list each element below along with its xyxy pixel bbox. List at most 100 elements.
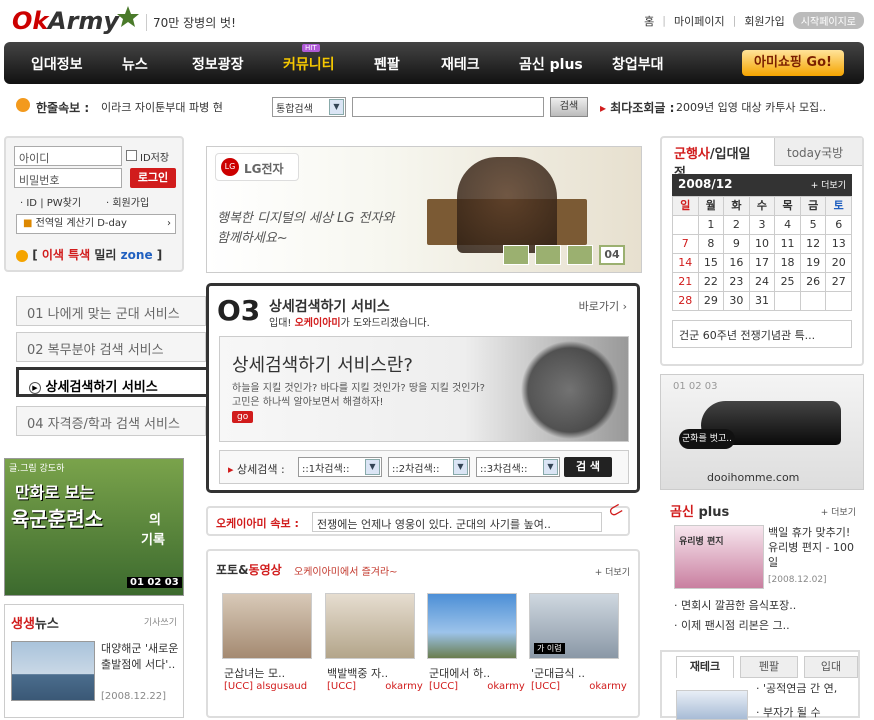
calendar-day[interactable]: 25 bbox=[775, 273, 800, 291]
calendar-day[interactable]: 16 bbox=[724, 254, 749, 272]
calendar-day[interactable]: 4 bbox=[775, 216, 800, 234]
go-button[interactable]: go bbox=[232, 411, 254, 423]
photo-thumb-1[interactable] bbox=[222, 593, 312, 659]
login-button[interactable]: 로그인 bbox=[130, 168, 176, 188]
calendar-day[interactable]: 5 bbox=[800, 216, 826, 234]
second-search-select[interactable]: ::2차검색:: ▼ bbox=[388, 457, 470, 477]
search-scope-select[interactable]: 통합검색 ▼ bbox=[272, 97, 346, 117]
finance-item-1[interactable]: · '공적연금 간 연, bbox=[756, 680, 837, 696]
mili-zone-link[interactable]: [ 이색 특색 밀리 zone ] bbox=[16, 246, 162, 263]
calendar-day[interactable]: 15 bbox=[698, 254, 724, 272]
banner-page-3[interactable] bbox=[567, 245, 593, 265]
join-link[interactable]: 회원가입 bbox=[744, 13, 784, 29]
gomsin-thumb[interactable]: 유리병 편지 bbox=[674, 525, 764, 589]
tab-schedule[interactable]: 군행사/입대일정 bbox=[662, 138, 766, 181]
photo-title-2[interactable]: 백발백중 자.. bbox=[327, 665, 388, 681]
tab-penpal[interactable]: 펜팔 bbox=[740, 656, 798, 678]
calendar-day[interactable]: 17 bbox=[749, 254, 775, 272]
calendar-day[interactable]: 7 bbox=[673, 235, 698, 253]
calendar-day[interactable]: 2 bbox=[724, 216, 749, 234]
left-menu-item-3[interactable]: ▶ 상세검색하기 서비스 bbox=[16, 367, 220, 397]
nav-item-info[interactable]: 정보광장 bbox=[192, 54, 244, 74]
calendar-day[interactable]: 8 bbox=[698, 235, 724, 253]
calendar-day[interactable]: 22 bbox=[698, 273, 724, 291]
photo-thumb-2[interactable] bbox=[325, 593, 415, 659]
banner-page-1[interactable] bbox=[503, 245, 529, 265]
tab-enlist[interactable]: 입대 bbox=[804, 656, 858, 678]
calendar-day[interactable]: 6 bbox=[826, 216, 851, 234]
okflash-text[interactable]: 전쟁에는 언제나 영웅이 있다. 군대의 사기를 높여.. bbox=[312, 512, 602, 532]
calendar-day[interactable]: 20 bbox=[826, 254, 851, 272]
flash-text[interactable]: 이라크 자이툰부대 파병 현 bbox=[101, 99, 223, 115]
photo-thumb-3[interactable] bbox=[427, 593, 517, 659]
gomsin-item-1[interactable]: · 면회시 깔끔한 음식포장.. bbox=[674, 597, 796, 613]
left-menu-item-1[interactable]: 01 나에게 맞는 군대 서비스 bbox=[16, 296, 206, 326]
detail-search-button[interactable]: 검 색 bbox=[564, 457, 612, 477]
gomsin-item-2[interactable]: · 이제 팬시점 리본은 그.. bbox=[674, 617, 790, 633]
comic-banner[interactable]: 글.그림 강도하 만화로 보는 육군훈련소 의 기록 01 02 03 bbox=[4, 458, 184, 596]
tab-today-defense[interactable]: today국방 bbox=[774, 138, 862, 166]
nav-item-penpal[interactable]: 펜팔 bbox=[374, 54, 400, 74]
hot-text[interactable]: 2009년 입영 대상 카투사 모집.. bbox=[676, 99, 826, 115]
calendar-day[interactable]: 13 bbox=[826, 235, 851, 253]
calendar-day[interactable]: 10 bbox=[749, 235, 775, 253]
finance-thumb[interactable] bbox=[676, 690, 748, 720]
calendar-day[interactable]: 27 bbox=[826, 273, 851, 291]
calendar-day[interactable]: 26 bbox=[800, 273, 826, 291]
shortcut-link[interactable]: 바로가기 › bbox=[579, 298, 627, 314]
nav-item-news[interactable]: 뉴스 bbox=[122, 54, 148, 74]
find-id-pw-link[interactable]: · ID | PW찾기 bbox=[20, 194, 81, 209]
photo-title-3[interactable]: 군대에서 하.. bbox=[429, 665, 490, 681]
password-field[interactable]: 비밀번호 bbox=[14, 168, 122, 188]
home-link[interactable]: 홈 bbox=[644, 13, 654, 29]
nav-item-startup[interactable]: 창업부대 bbox=[612, 54, 664, 74]
calendar-day[interactable]: 18 bbox=[775, 254, 800, 272]
gomsin-more-link[interactable]: + 더보기 bbox=[821, 505, 856, 518]
ship-photo[interactable] bbox=[11, 641, 95, 701]
photo-title-1[interactable]: 군삽녀는 모.. bbox=[224, 665, 285, 681]
join-link-small[interactable]: · 회원가입 bbox=[106, 194, 149, 209]
calendar-day[interactable]: 9 bbox=[724, 235, 749, 253]
calendar-day[interactable]: 23 bbox=[724, 273, 749, 291]
shoe-banner-pager[interactable]: 01 02 03 bbox=[673, 381, 718, 392]
banner-page-2[interactable] bbox=[535, 245, 561, 265]
photo-title-4[interactable]: '군대급식 .. bbox=[531, 665, 585, 681]
start-page-button[interactable]: 시작페이지로 bbox=[792, 12, 864, 29]
calendar-day[interactable]: 1 bbox=[698, 216, 724, 234]
save-id-checkbox[interactable] bbox=[126, 150, 137, 161]
calendar-more-link[interactable]: + 더보기 bbox=[811, 178, 846, 191]
army-shop-button[interactable]: 아미쇼핑 Go! bbox=[742, 50, 844, 76]
calendar-day[interactable]: 29 bbox=[698, 292, 724, 310]
calendar-day[interactable]: 3 bbox=[749, 216, 775, 234]
gomsin-headline[interactable]: 백일 휴가 맞추기! 유리병 편지 - 100일 bbox=[768, 525, 856, 570]
calendar-day[interactable]: 14 bbox=[673, 254, 698, 272]
lg-banner[interactable]: LG LG전자 행복한 디지털의 세상 LG 전자와 함께하세요~ 04 bbox=[206, 146, 642, 273]
photo-thumb-4[interactable]: 가 이렴 bbox=[529, 593, 619, 659]
nav-item-finance[interactable]: 재테크 bbox=[441, 54, 480, 74]
first-search-select[interactable]: ::1차검색:: ▼ bbox=[298, 457, 382, 477]
mypage-link[interactable]: 마이페이지 bbox=[674, 13, 725, 29]
tab-finance[interactable]: 재테크 bbox=[676, 656, 734, 678]
nav-item-enlist[interactable]: 입대정보 bbox=[31, 54, 83, 74]
calendar-day[interactable]: 12 bbox=[800, 235, 826, 253]
shoe-banner[interactable]: 01 02 03 군화를 벗고.. dooihomme.com bbox=[660, 374, 864, 490]
photo-more-link[interactable]: + 더보기 bbox=[595, 565, 630, 578]
dday-calculator[interactable]: ■ 전역일 계산기 D-day › bbox=[16, 214, 176, 234]
news-headline[interactable]: 대양해군 '새로운 출발점에 서다'.. bbox=[101, 641, 179, 673]
calendar-day[interactable]: 28 bbox=[673, 292, 698, 310]
banner-page-current[interactable]: 04 bbox=[599, 245, 625, 265]
calendar-day[interactable]: 21 bbox=[673, 273, 698, 291]
search-input[interactable] bbox=[352, 97, 544, 117]
okarmy-logo[interactable]: Ok Army bbox=[10, 2, 140, 36]
search-button[interactable]: 검색 bbox=[550, 97, 588, 117]
calendar-event[interactable]: 건군 60주년 전쟁기념관 특... bbox=[672, 320, 852, 348]
third-search-select[interactable]: ::3차검색:: ▼ bbox=[476, 457, 560, 477]
id-field[interactable]: 아이디 bbox=[14, 146, 122, 166]
calendar-day[interactable]: 19 bbox=[800, 254, 826, 272]
calendar-day[interactable]: 31 bbox=[749, 292, 775, 310]
nav-item-gomsin[interactable]: 곰신 plus bbox=[519, 54, 583, 74]
calendar-day[interactable]: 30 bbox=[724, 292, 749, 310]
left-menu-item-2[interactable]: 02 복무분야 검색 서비스 bbox=[16, 332, 206, 362]
left-menu-item-4[interactable]: 04 자격증/학과 검색 서비스 bbox=[16, 406, 206, 436]
calendar-day[interactable]: 11 bbox=[775, 235, 800, 253]
